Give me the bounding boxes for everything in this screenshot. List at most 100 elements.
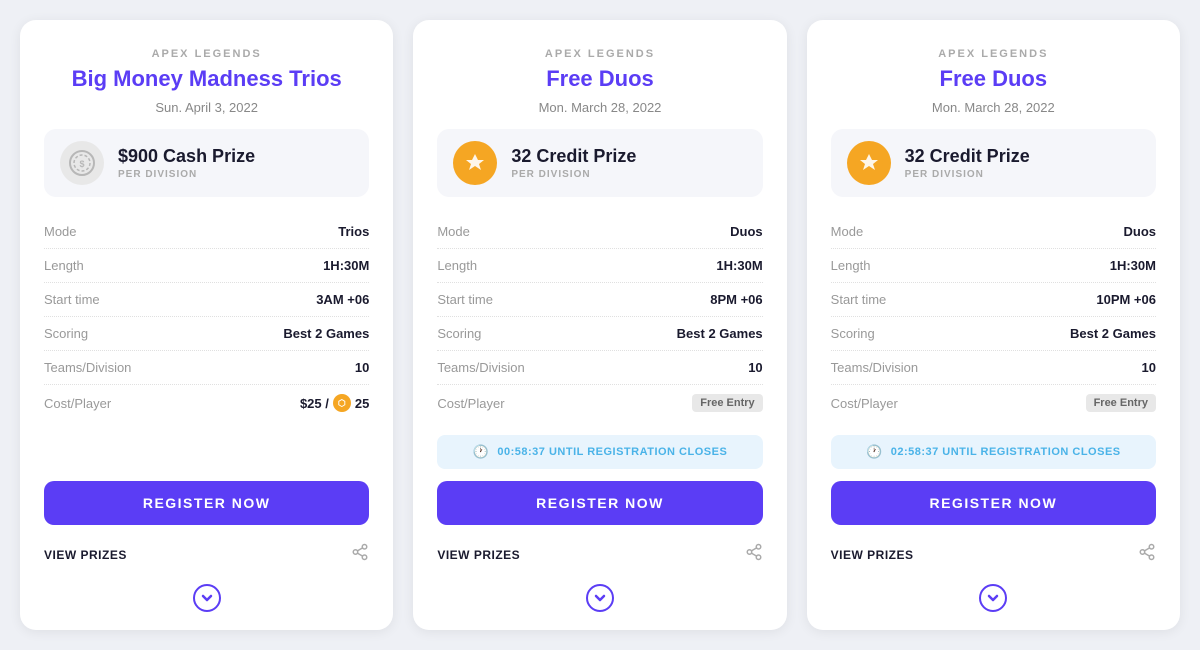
prize-box: 32 Credit Prize PER DIVISION xyxy=(437,129,762,197)
stat-row: ScoringBest 2 Games xyxy=(44,317,369,351)
prize-info: $900 Cash Prize PER DIVISION xyxy=(118,146,255,180)
credit-prize-icon xyxy=(847,141,891,185)
stat-value: Best 2 Games xyxy=(677,326,763,341)
stat-label: Start time xyxy=(437,292,493,307)
stat-label: Teams/Division xyxy=(44,360,131,375)
register-now-button[interactable]: REGISTER NOW xyxy=(44,481,369,525)
register-now-button[interactable]: REGISTER NOW xyxy=(831,481,1156,525)
stat-row: Length1H:30M xyxy=(831,249,1156,283)
prize-label: PER DIVISION xyxy=(905,169,1030,180)
share-icon[interactable] xyxy=(745,543,763,566)
card-date: Sun. April 3, 2022 xyxy=(44,100,369,115)
stat-label: Mode xyxy=(831,224,864,239)
stat-row: Teams/Division 10 xyxy=(44,351,369,385)
prize-label: PER DIVISION xyxy=(118,169,255,180)
card-footer: VIEW PRIZES xyxy=(831,537,1156,572)
stat-value: 10 xyxy=(355,360,369,375)
prize-amount: 32 Credit Prize xyxy=(511,146,636,167)
card-title: Free Duos xyxy=(831,66,1156,92)
chevron-down-button[interactable] xyxy=(979,584,1007,612)
card-footer: VIEW PRIZES xyxy=(44,537,369,572)
stat-row: Cost/Player $25 / ⬡ 25 xyxy=(44,385,369,421)
tournament-card-3: APEX LEGENDSFree DuosMon. March 28, 2022… xyxy=(807,20,1180,630)
stat-value: 10PM +06 xyxy=(1096,292,1156,307)
prize-amount: $900 Cash Prize xyxy=(118,146,255,167)
stat-value: $25 / ⬡ 25 xyxy=(300,394,369,412)
stat-label: Mode xyxy=(437,224,470,239)
stat-row: Scoring Best 2 Games xyxy=(437,317,762,351)
timer-text: 02:58:37 UNTIL REGISTRATION CLOSES xyxy=(891,446,1121,458)
stat-label: Mode xyxy=(44,224,77,239)
stat-row: Cost/Player Free Entry xyxy=(437,385,762,421)
view-prizes-link[interactable]: VIEW PRIZES xyxy=(44,548,127,562)
card-title: Big Money Madness Trios xyxy=(44,66,369,92)
chevron-down-container xyxy=(437,584,762,612)
stat-value: Free Entry xyxy=(692,394,762,412)
stat-label: Scoring xyxy=(44,326,88,341)
stat-value: Best 2 Games xyxy=(1070,326,1156,341)
card-title: Free Duos xyxy=(437,66,762,92)
credit-prize-icon xyxy=(453,141,497,185)
stat-row: Length1H:30M xyxy=(44,249,369,283)
register-now-button[interactable]: REGISTER NOW xyxy=(437,481,762,525)
chevron-down-container xyxy=(44,584,369,612)
stat-label: Length xyxy=(831,258,871,273)
stat-label: Cost/Player xyxy=(831,396,898,411)
stat-label: Start time xyxy=(44,292,100,307)
prize-info: 32 Credit Prize PER DIVISION xyxy=(511,146,636,180)
prize-amount: 32 Credit Prize xyxy=(905,146,1030,167)
stat-row: Start time 3AM +06 xyxy=(44,283,369,317)
stat-value: Trios xyxy=(338,224,369,239)
card-date: Mon. March 28, 2022 xyxy=(437,100,762,115)
cash-prize-icon: $ xyxy=(60,141,104,185)
chevron-down-icon xyxy=(594,592,606,606)
stat-label: Length xyxy=(44,258,84,273)
prize-box: 32 Credit Prize PER DIVISION xyxy=(831,129,1156,197)
stat-row: Mode Duos xyxy=(831,215,1156,249)
timer-icon: 🕐 xyxy=(866,444,883,460)
stats-list: Mode Duos Length1H:30M Start time 10PM +06 Sc… xyxy=(831,215,1156,421)
stat-label: Scoring xyxy=(831,326,875,341)
card-game-label: APEX LEGENDS xyxy=(44,48,369,60)
chevron-down-icon xyxy=(201,592,213,606)
registration-timer: 🕐00:58:37 UNTIL REGISTRATION CLOSES xyxy=(437,435,762,469)
svg-text:$: $ xyxy=(79,159,84,169)
stat-row: Length1H:30M xyxy=(437,249,762,283)
cards-container: APEX LEGENDS Big Money Madness Trios Sun. … xyxy=(20,20,1180,630)
stat-value: 3AM +06 xyxy=(316,292,369,307)
chevron-down-button[interactable] xyxy=(193,584,221,612)
stat-value: 10 xyxy=(1142,360,1156,375)
stat-row: Mode Trios xyxy=(44,215,369,249)
stat-value: Free Entry xyxy=(1086,394,1156,412)
stat-label: Cost/Player xyxy=(44,396,111,411)
stat-row: Scoring Best 2 Games xyxy=(831,317,1156,351)
chevron-down-button[interactable] xyxy=(586,584,614,612)
prize-box: $ $900 Cash Prize PER DIVISION xyxy=(44,129,369,197)
view-prizes-link[interactable]: VIEW PRIZES xyxy=(437,548,520,562)
tournament-card-1: APEX LEGENDS Big Money Madness Trios Sun. … xyxy=(20,20,393,630)
view-prizes-link[interactable]: VIEW PRIZES xyxy=(831,548,914,562)
stat-value: 1H:30M xyxy=(716,258,762,273)
stat-value: Duos xyxy=(1123,224,1156,239)
stat-row: Start time 8PM +06 xyxy=(437,283,762,317)
stat-label: Scoring xyxy=(437,326,481,341)
prize-info: 32 Credit Prize PER DIVISION xyxy=(905,146,1030,180)
coin-icon: ⬡ xyxy=(333,394,351,412)
stat-label: Cost/Player xyxy=(437,396,504,411)
prize-label: PER DIVISION xyxy=(511,169,636,180)
stat-row: Teams/Division10 xyxy=(831,351,1156,385)
stat-row: Start time 10PM +06 xyxy=(831,283,1156,317)
stat-label: Start time xyxy=(831,292,887,307)
stat-row: Teams/Division10 xyxy=(437,351,762,385)
card-game-label: APEX LEGENDS xyxy=(437,48,762,60)
stat-value: 8PM +06 xyxy=(710,292,762,307)
registration-timer: 🕐 02:58:37 UNTIL REGISTRATION CLOSES xyxy=(831,435,1156,469)
stat-label: Teams/Division xyxy=(437,360,524,375)
timer-text: 00:58:37 UNTIL REGISTRATION CLOSES xyxy=(497,446,727,458)
share-icon[interactable] xyxy=(351,543,369,566)
stats-list: Mode Duos Length1H:30M Start time 8PM +06 Sco… xyxy=(437,215,762,421)
stat-value: Duos xyxy=(730,224,763,239)
stats-list: Mode Trios Length1H:30M Start time 3AM +06 Sc… xyxy=(44,215,369,467)
stat-row: Mode Duos xyxy=(437,215,762,249)
share-icon[interactable] xyxy=(1138,543,1156,566)
